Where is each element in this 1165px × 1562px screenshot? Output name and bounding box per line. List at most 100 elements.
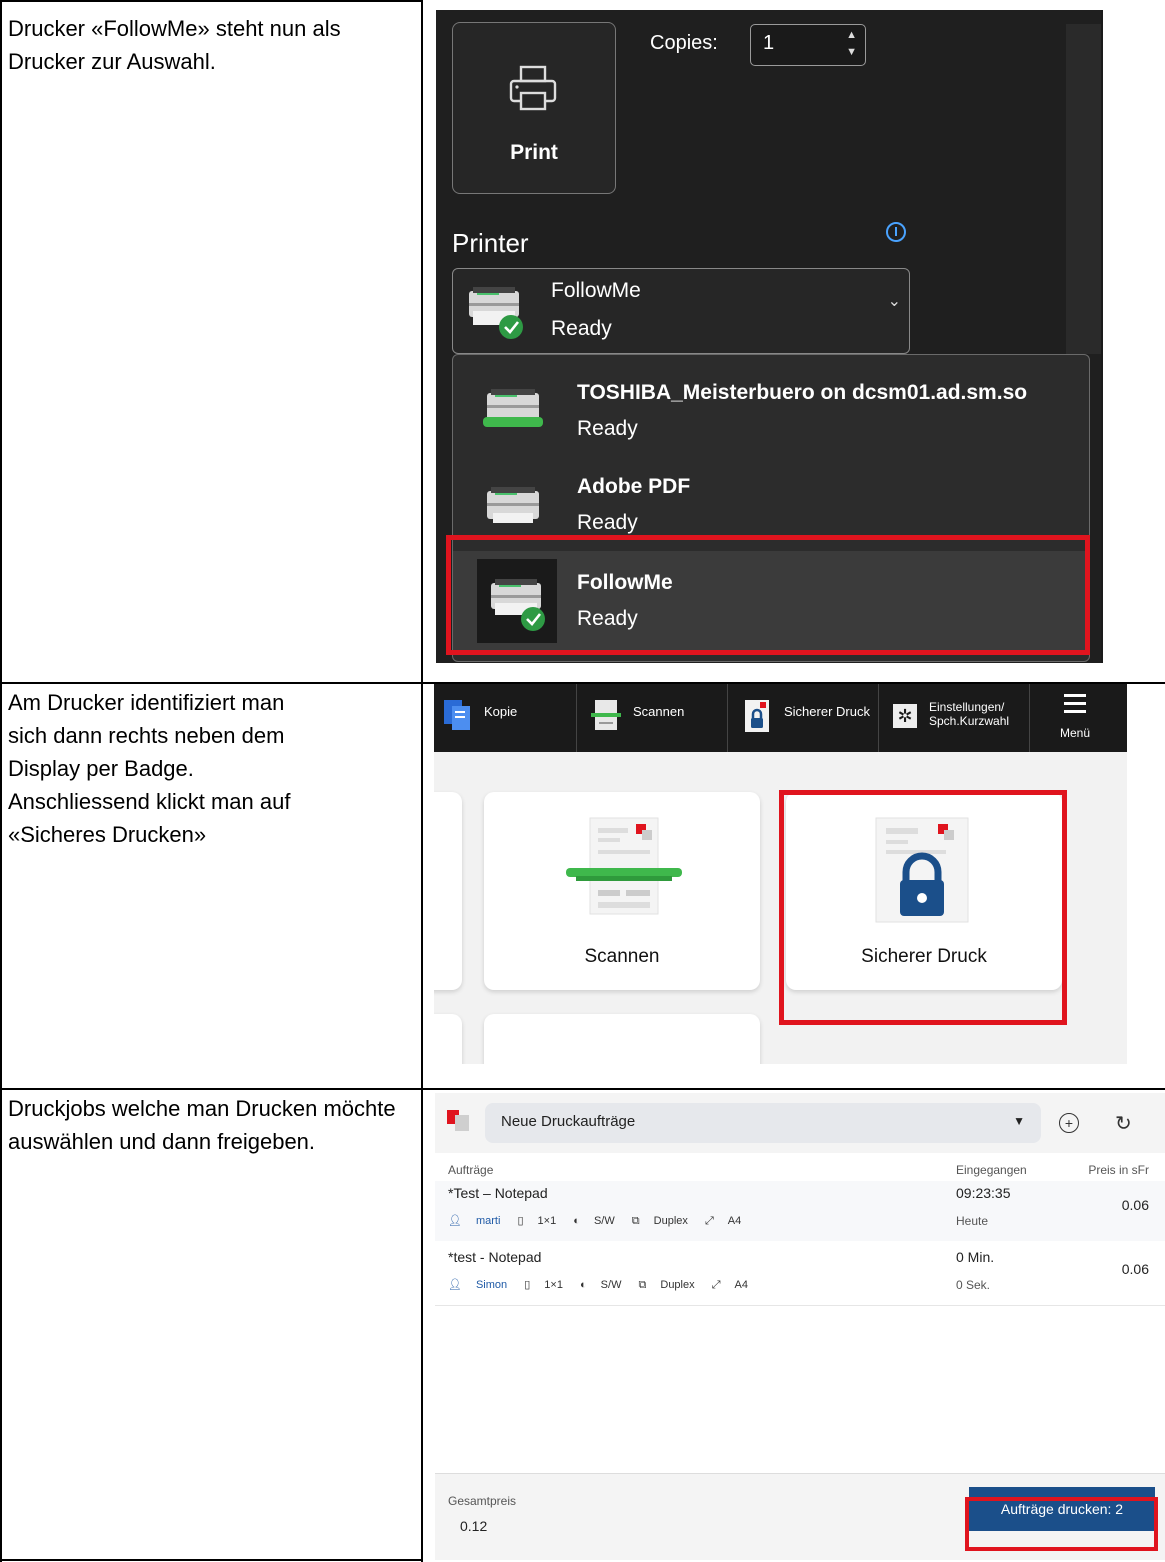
job-name: *Test – Notepad <box>448 1185 548 1201</box>
printer-option-status: Ready <box>577 511 638 534</box>
tab-sicherer-druck[interactable]: Sicherer Druck <box>728 684 878 752</box>
chevron-down-icon: ⌄ <box>887 293 901 310</box>
copies-label: Copies: <box>650 32 718 54</box>
tile-label: Scannen <box>584 946 660 967</box>
step-2-line: «Sicheres Drucken» <box>8 822 207 847</box>
paper-size-icon: ⤢ <box>711 1279 721 1291</box>
selected-printer-status: Ready <box>551 317 612 340</box>
job-paper: A4 <box>734 1279 748 1291</box>
job-date: Heute <box>956 1214 989 1228</box>
printer-panel-screenshot: Kopie Scannen Sicherer Druck ✲ Einstellu <box>434 684 1127 1064</box>
job-color: S/W <box>593 1215 615 1227</box>
info-icon[interactable] <box>886 222 906 242</box>
step-1-description: Drucker «FollowMe» steht nun als Drucker… <box>8 12 408 78</box>
duplex-icon: ⧉ <box>631 1215 640 1227</box>
step-3-text: Druckjobs welche man Drucken möchte ausw… <box>8 1096 396 1154</box>
job-duplex: Duplex <box>653 1215 688 1227</box>
job-duplex: Duplex <box>660 1279 695 1291</box>
job-time: 09:23:35 <box>956 1185 1011 1201</box>
color-mode-icon: ◐ <box>573 1215 580 1227</box>
lock-icon <box>745 700 769 732</box>
job-date: 0 Sek. <box>956 1278 991 1292</box>
tile-partial-left[interactable] <box>434 792 462 990</box>
tile-scannen[interactable]: Scannen <box>484 792 760 990</box>
dialog-preview-edge <box>1066 24 1101 354</box>
printer-ready-icon <box>469 287 523 339</box>
total-price-label: Gesamtpreis <box>448 1494 517 1508</box>
table-row-divider-2 <box>0 1088 1165 1090</box>
job-meta: 👤︎ marti ▯ 1×1 ◐ S/W ⧉ Duplex ⤢ A4 <box>448 1214 755 1228</box>
step-2-line: sich dann rechts neben dem <box>8 723 285 748</box>
table-border-middle <box>421 0 423 1562</box>
menu-label: Menü <box>1060 726 1091 740</box>
dropdown-arrow-icon: ▼ <box>1013 1114 1025 1128</box>
copies-value: 1 <box>763 32 775 54</box>
tab-label: Kopie <box>484 704 518 719</box>
tab-label: Einstellungen/ Spch.Kurzwahl <box>929 700 1010 728</box>
pages-icon: ▯ <box>524 1279 531 1291</box>
tab-einstellungen[interactable]: ✲ Einstellungen/ Spch.Kurzwahl <box>879 684 1029 752</box>
total-price-value: 0.12 <box>460 1518 488 1534</box>
scan-icon <box>591 700 621 730</box>
add-icon[interactable]: + <box>1059 1113 1079 1133</box>
job-pages: 1×1 <box>537 1215 557 1227</box>
printer-option-status: Ready <box>577 417 638 440</box>
color-mode-icon: ◐ <box>580 1279 587 1291</box>
job-list-header-bar: Neue Druckaufträge ▼ + ↻ <box>435 1093 1165 1153</box>
job-price: 0.06 <box>1121 1261 1149 1277</box>
job-pages: 1×1 <box>544 1279 563 1291</box>
step-3-description: Druckjobs welche man Drucken möchte ausw… <box>8 1092 398 1158</box>
print-queue-icon <box>447 1110 469 1131</box>
column-header-price: Preis in sFr <box>1088 1163 1149 1177</box>
spinner-arrows-icon[interactable]: ▲ ▼ <box>846 27 857 61</box>
highlight-sicherer-druck-tile <box>779 790 1067 1025</box>
printer-select[interactable]: FollowMe Ready ⌄ <box>452 268 910 354</box>
printer-option-toshiba[interactable]: TOSHIBA_Meisterbuero on dcsm01.ad.sm.so … <box>453 361 1089 461</box>
printer-icon <box>487 487 539 523</box>
job-row[interactable]: *test - Notepad 👤︎ Simon ▯ 1×1 ◐ S/W ⧉ Duple… <box>435 1245 1165 1306</box>
step-2-line: Display per Badge. <box>8 756 194 781</box>
job-list-screenshot: Neue Druckaufträge ▼ + ↻ Aufträge Eingeg… <box>435 1093 1165 1560</box>
pages-icon: ▯ <box>517 1215 524 1227</box>
table-border-top <box>0 0 421 2</box>
job-row[interactable]: *Test – Notepad 👤︎ marti ▯ 1×1 ◐ S/W ⧉ Duple… <box>435 1181 1165 1241</box>
printer-option-name: TOSHIBA_Meisterbuero on dcsm01.ad.sm.so <box>577 381 1028 404</box>
paper-size-icon: ⤢ <box>704 1215 714 1227</box>
dropdown-value: Neue Druckaufträge <box>501 1113 636 1130</box>
printer-option-name: Adobe PDF <box>577 475 691 498</box>
table-border-bottom <box>0 1559 421 1561</box>
highlight-followme-option <box>446 535 1090 655</box>
job-user: marti <box>475 1215 501 1227</box>
tile-partial-bottom-left[interactable] <box>434 1014 462 1064</box>
user-icon: 👤︎ <box>448 1215 462 1227</box>
printer-section-title: Printer <box>452 228 529 258</box>
menu-button[interactable]: Menü <box>1030 684 1127 752</box>
dialog-edge <box>1101 10 1103 663</box>
tab-kopie[interactable]: Kopie <box>434 684 576 752</box>
tile-partial-bottom[interactable] <box>484 1014 760 1064</box>
step-2-description: Am Drucker identifiziert man sich dann r… <box>8 686 408 851</box>
tab-label: Scannen <box>633 704 685 719</box>
job-name: *test - Notepad <box>448 1249 542 1265</box>
scan-icon <box>566 817 682 915</box>
copies-stepper[interactable]: 1 ▲ ▼ <box>750 24 866 66</box>
tab-label: Sicherer Druck <box>784 704 870 719</box>
job-time: 0 Min. <box>956 1249 995 1265</box>
column-header-jobs: Aufträge <box>448 1163 494 1177</box>
printer-icon <box>509 65 557 111</box>
job-paper: A4 <box>727 1215 742 1227</box>
highlight-print-jobs-button <box>965 1497 1158 1551</box>
job-meta: 👤︎ Simon ▯ 1×1 ◐ S/W ⧉ Duplex ⤢ A4 <box>448 1278 762 1292</box>
print-button-label: Print <box>510 141 558 164</box>
print-button[interactable]: Print <box>452 22 616 194</box>
tab-scannen[interactable]: Scannen <box>577 684 727 752</box>
gear-icon: ✲ <box>893 704 917 728</box>
job-price: 0.06 <box>1121 1197 1149 1213</box>
refresh-icon[interactable]: ↻ <box>1115 1111 1132 1136</box>
hamburger-menu-icon <box>1064 694 1086 713</box>
printer-panel-toolbar: Kopie Scannen Sicherer Druck ✲ Einstellu <box>434 684 1127 752</box>
job-filter-dropdown[interactable]: Neue Druckaufträge ▼ <box>485 1103 1041 1143</box>
table-border-left <box>0 0 2 1562</box>
step-1-text: Drucker «FollowMe» steht nun als Drucker… <box>8 16 341 74</box>
user-icon: 👤︎ <box>448 1279 462 1291</box>
